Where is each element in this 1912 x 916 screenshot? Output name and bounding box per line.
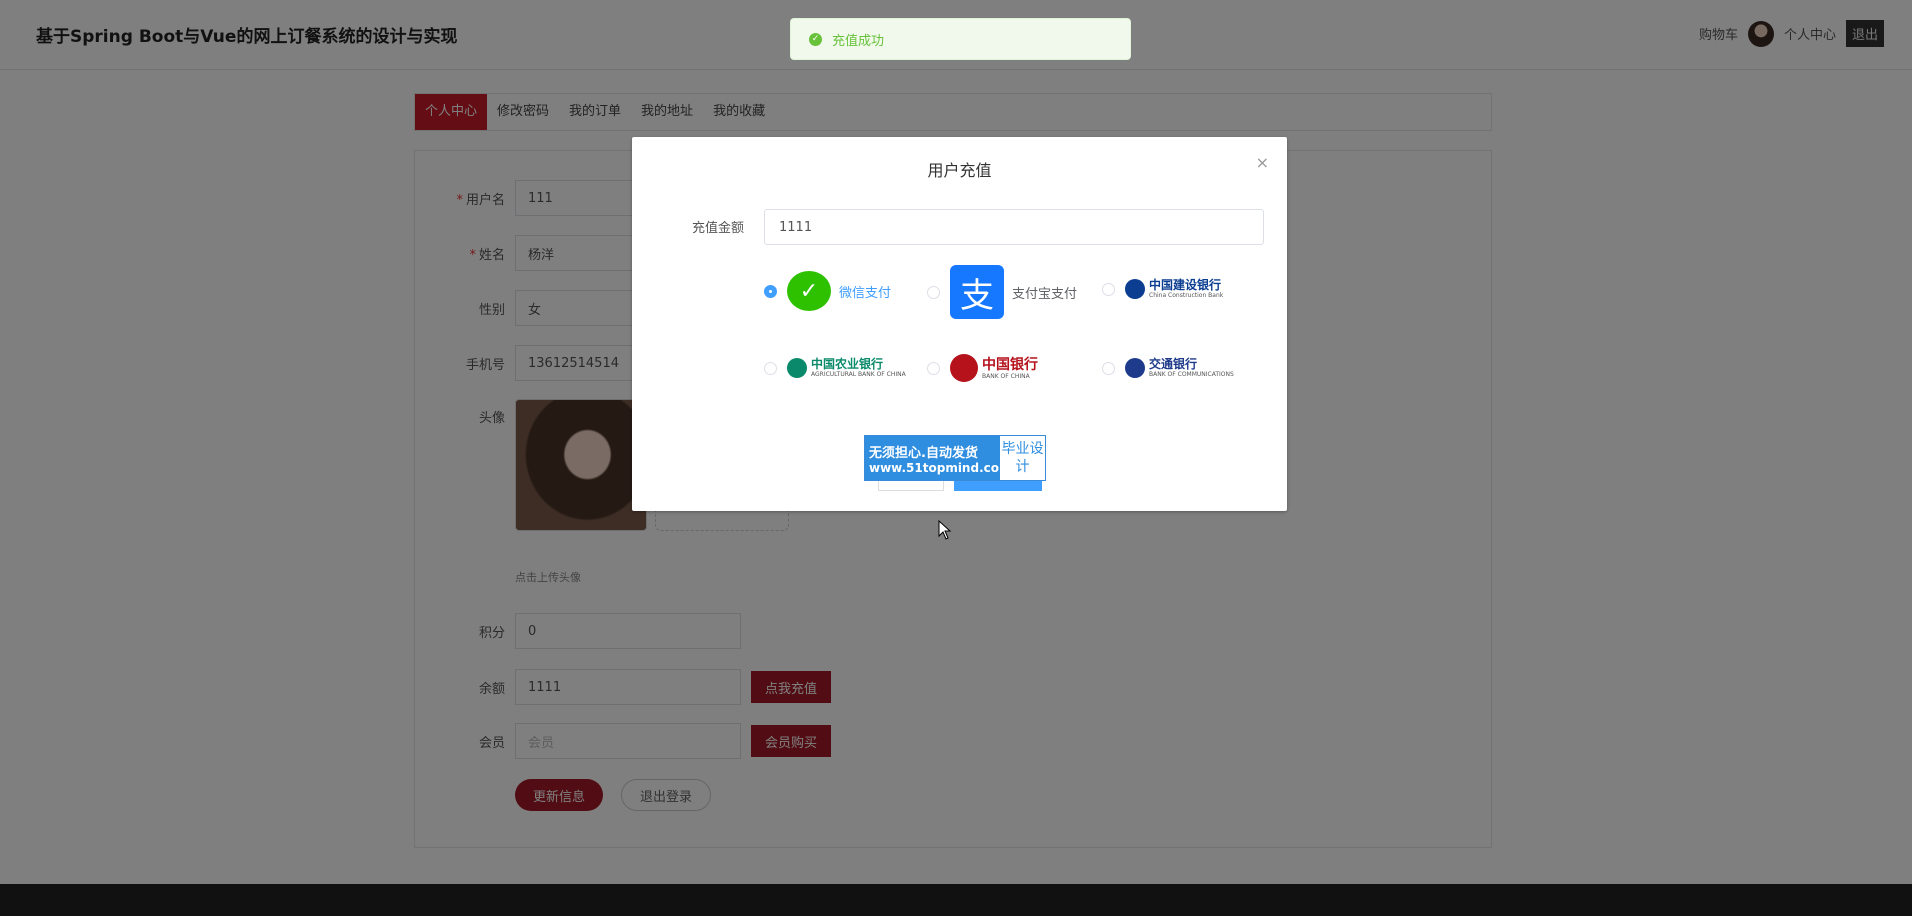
watermark-banner: 无须担心.自动发货 www.51topmind.com 毕业设计 — [864, 435, 1046, 481]
wechat-pay-icon: ✓ — [787, 271, 831, 311]
radio-abc[interactable] — [764, 361, 777, 375]
toast-message: 充值成功 — [832, 33, 885, 49]
radio-boc[interactable] — [927, 361, 940, 375]
alipay-icon: 支 — [950, 265, 1004, 319]
amount-input[interactable]: 1111 — [764, 209, 1264, 245]
radio-wechat[interactable] — [764, 284, 777, 298]
pay-option-abc[interactable]: 中国农业银行 AGRICULTURAL BANK OF CHINA — [764, 358, 906, 378]
boc-logo: 中国银行 BANK OF CHINA — [950, 354, 1038, 382]
radio-bocom[interactable] — [1102, 361, 1115, 375]
ccb-icon — [1125, 279, 1145, 299]
watermark-line1: 无须担心.自动发货 — [869, 445, 978, 461]
amount-label: 充值金额 — [692, 221, 745, 236]
pay-option-boc[interactable]: 中国银行 BANK OF CHINA — [927, 354, 1038, 382]
watermark-right: 毕业设计 — [1001, 441, 1044, 475]
wechat-pay-label: 微信支付 — [839, 285, 892, 301]
abc-icon — [787, 358, 807, 378]
bocom-logo: 交通银行 BANK OF COMMUNICATIONS — [1125, 358, 1234, 378]
bocom-icon — [1125, 358, 1145, 378]
check-circle-icon: ✓ — [809, 32, 822, 46]
mouse-cursor-icon — [938, 520, 952, 540]
success-toast: ✓ 充值成功 — [790, 18, 1131, 60]
pay-option-bocom[interactable]: 交通银行 BANK OF COMMUNICATIONS — [1102, 358, 1234, 378]
radio-ccb[interactable] — [1102, 282, 1115, 296]
close-icon[interactable]: × — [1256, 153, 1269, 172]
radio-alipay[interactable] — [927, 285, 940, 299]
pay-option-alipay[interactable]: 支 支付宝支付 — [927, 265, 1077, 319]
watermark-line2: www.51topmind.com — [869, 460, 1012, 475]
abc-logo: 中国农业银行 AGRICULTURAL BANK OF CHINA — [787, 358, 906, 378]
pay-option-ccb[interactable]: 中国建设银行 China Construction Bank — [1102, 279, 1223, 299]
dialog-title: 用户充值 — [927, 161, 992, 180]
recharge-dialog: 用户充值 × 充值金额 1111 ✓ 微信支付 支 支付宝支付 中国建设银行 C… — [632, 137, 1287, 511]
alipay-label: 支付宝支付 — [1012, 286, 1078, 302]
boc-icon — [950, 354, 978, 382]
ccb-logo: 中国建设银行 China Construction Bank — [1125, 279, 1223, 299]
pay-option-wechat[interactable]: ✓ 微信支付 — [764, 271, 891, 311]
